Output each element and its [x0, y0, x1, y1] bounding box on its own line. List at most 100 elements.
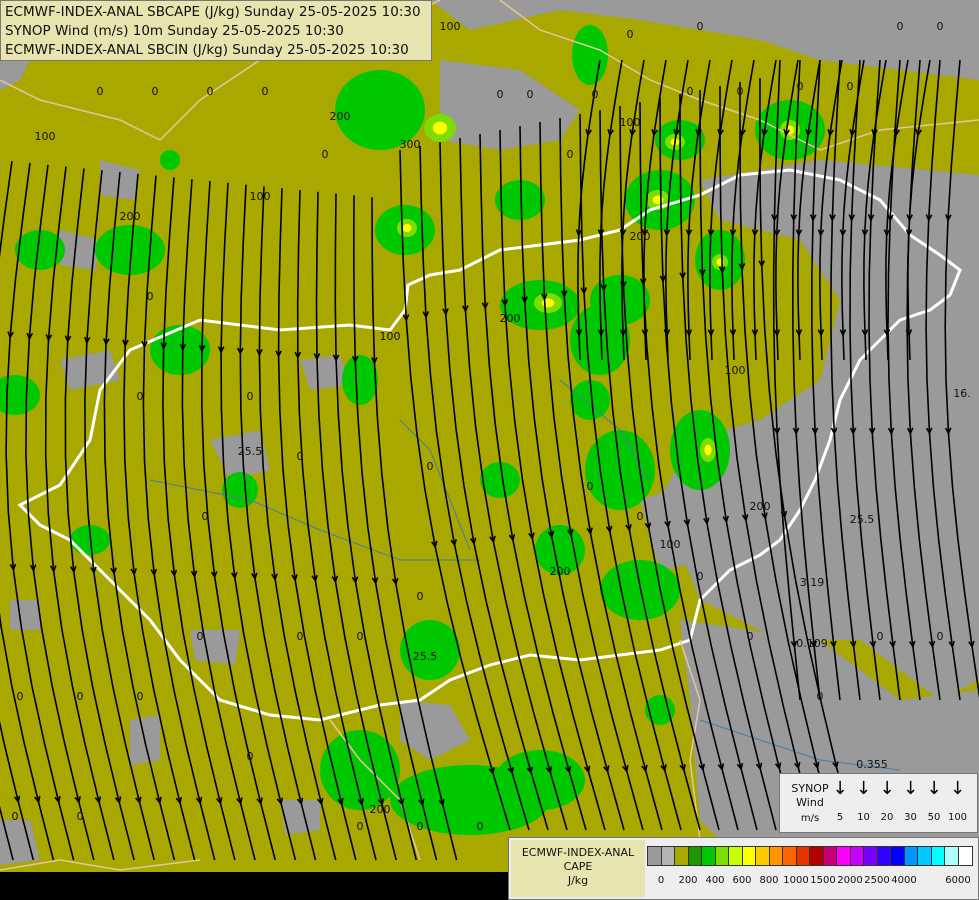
contour-label: 0: [297, 630, 304, 643]
contour-label: 0: [417, 590, 424, 603]
contour-label: 0: [817, 690, 824, 703]
synop-wind-speed: 20: [880, 812, 894, 823]
cape-legend-tick: 0: [657, 875, 665, 886]
synop-legend-title-2: Wind: [796, 796, 824, 809]
contour-label: 0: [137, 690, 144, 703]
contour-label: 0: [147, 290, 154, 303]
contour-label: 0: [737, 85, 744, 98]
contour-label: 0.109: [796, 637, 828, 650]
cape-legend-tick: 4000: [891, 875, 917, 886]
contour-label: 0: [592, 88, 599, 101]
contour-label: 200: [550, 565, 571, 578]
synop-wind-speed: 100: [947, 812, 968, 823]
contour-label: 0: [527, 88, 534, 101]
contour-label: 0: [687, 85, 694, 98]
synop-wind-speed: 50: [927, 812, 941, 823]
title-line-cin: ECMWF-INDEX-ANAL SBCIN (J/kg) Sunday 25-…: [5, 42, 409, 58]
contour-label: 0: [937, 630, 944, 643]
contour-label: 200: [630, 230, 651, 243]
contour-label: 0: [877, 630, 884, 643]
cape-cell: [572, 25, 608, 85]
contour-label: 0: [937, 20, 944, 33]
contour-label: 200: [500, 312, 521, 325]
map-title-box: ECMWF-INDEX-ANAL SBCAPE (J/kg) Sunday 25…: [0, 0, 432, 61]
map-canvas: 010020030025.53.190.1090.3550.092316.000…: [0, 0, 979, 900]
contour-label: 0: [417, 820, 424, 833]
cape-cell: [160, 150, 180, 170]
contour-label: 0: [427, 460, 434, 473]
synop-wind-arrow-icon: ↓: [949, 778, 966, 799]
contour-label: 25.5: [850, 513, 875, 526]
contour-label: 0: [847, 80, 854, 93]
cape-cell-peak: [432, 121, 448, 135]
contour-label: 0: [357, 820, 364, 833]
cape-legend-tick: 6000: [945, 875, 971, 886]
contour-label: 0: [247, 390, 254, 403]
title-line-cape: ECMWF-INDEX-ANAL SBCAPE (J/kg) Sunday 25…: [5, 4, 421, 20]
contour-label: 0: [897, 20, 904, 33]
cape-legend-title-2: CAPE: [563, 860, 593, 873]
contour-label: 0: [357, 630, 364, 643]
synop-wind-arrow-icon: ↓: [902, 778, 919, 799]
contour-label: 0: [152, 85, 159, 98]
weather-map: 010020030025.53.190.1090.3550.092316.000…: [0, 0, 979, 900]
cape-legend-tick: 1000: [783, 875, 809, 886]
contour-label: 0: [697, 570, 704, 583]
cape-legend-title: ECMWF-INDEX-ANAL CAPE J/kg: [511, 840, 645, 897]
synop-wind-arrow-icon: ↓: [855, 778, 872, 799]
synop-wind-legend: SYNOP Wind m/s ↓ 5 ↓ 10 ↓ 20 ↓ 30 ↓ 50 ↓ 100: [779, 773, 978, 833]
contour-label: 300: [400, 138, 421, 151]
contour-label: 0: [97, 85, 104, 98]
synop-wind-arrow-icon: ↓: [926, 778, 942, 799]
contour-label: 100: [660, 538, 681, 551]
cape-color-legend: ECMWF-INDEX-ANAL CAPE J/kg 0 200 400 600 800…: [508, 837, 979, 900]
synop-wind-speed: 30: [904, 812, 917, 823]
contour-label: 0.355: [856, 758, 888, 771]
contour-label: 3.19: [800, 576, 825, 589]
cape-legend-tick: 600: [732, 875, 752, 886]
contour-label: 0: [12, 810, 19, 823]
contour-label: 0: [247, 750, 254, 763]
synop-wind-arrow-icon: ↓: [832, 778, 848, 799]
cape-legend-title-1: ECMWF-INDEX-ANAL: [521, 846, 635, 859]
contour-label: 100: [440, 20, 461, 33]
contour-label: 200: [750, 500, 771, 513]
cape-legend-tick: 1500: [810, 875, 836, 886]
cape-cell: [590, 275, 650, 325]
contour-label: 0: [497, 88, 504, 101]
contour-label: 0: [202, 510, 209, 523]
contour-label: 0: [587, 480, 594, 493]
contour-label: 200: [330, 110, 351, 123]
contour-label: 0: [567, 148, 574, 161]
cape-cell: [342, 355, 378, 405]
contour-label: 0: [137, 390, 144, 403]
contour-label: 25.5: [413, 650, 438, 663]
cape-legend-unit: J/kg: [567, 874, 589, 887]
cape-cell: [495, 180, 545, 220]
contour-label: 0: [637, 510, 644, 523]
contour-label: 0: [797, 80, 804, 93]
contour-label: 16.: [953, 387, 971, 400]
cape-legend-tick: 200: [678, 875, 698, 886]
contour-label: 100: [620, 116, 641, 129]
contour-label: 0: [262, 85, 269, 98]
contour-label: 100: [35, 130, 56, 143]
cape-cell-peak: [652, 195, 664, 205]
contour-label: 0: [697, 20, 704, 33]
contour-label: 100: [725, 364, 746, 377]
synop-wind-speed: 5: [836, 812, 844, 823]
cape-legend-tick: 400: [705, 875, 725, 886]
contour-label: 25.5: [238, 445, 263, 458]
contour-label: 0: [627, 28, 634, 41]
cape-cell: [480, 462, 520, 498]
cape-legend-tick: 2500: [864, 875, 890, 886]
synop-legend-title-1: SYNOP: [791, 782, 829, 795]
contour-label: 0: [747, 630, 754, 643]
contour-label: 0: [297, 450, 304, 463]
cape-cell-peak: [704, 444, 712, 456]
contour-label: 200: [370, 803, 391, 816]
contour-label: 0: [17, 690, 24, 703]
cape-cell-peak: [402, 223, 412, 233]
contour-label: 0: [77, 690, 84, 703]
no-cape-area: [10, 600, 40, 630]
